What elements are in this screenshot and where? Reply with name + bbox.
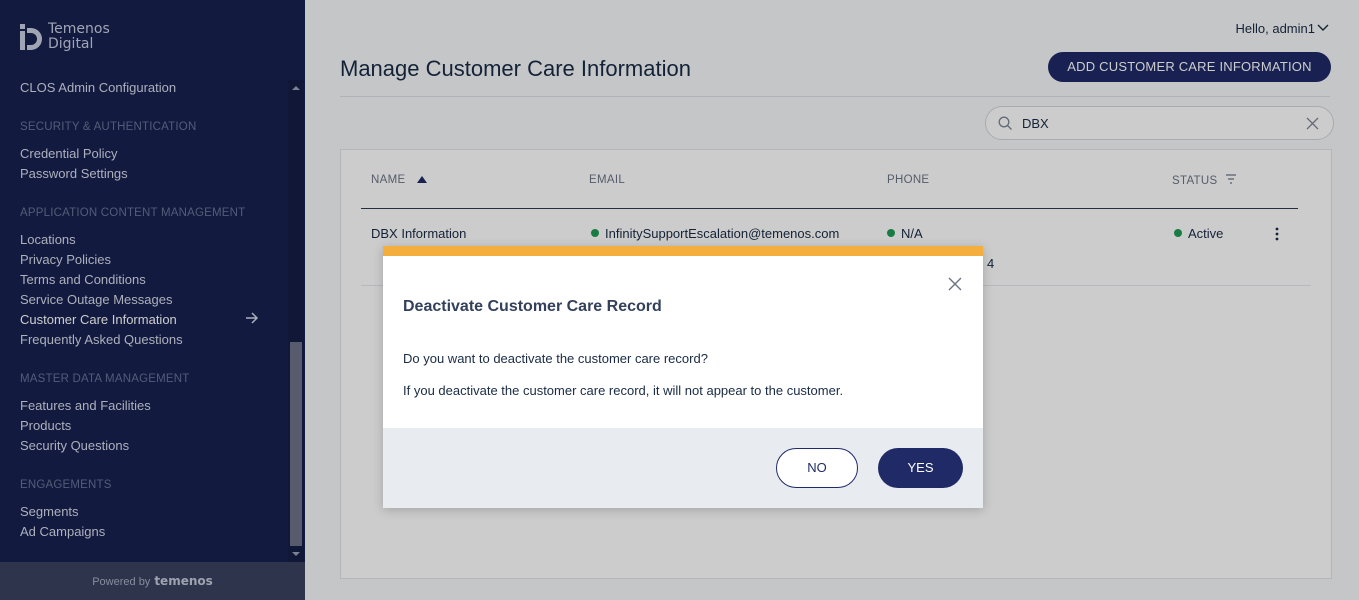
modal-question: Do you want to deactivate the customer c… (403, 351, 708, 366)
modal-title: Deactivate Customer Care Record (403, 298, 662, 315)
modal-footer: NO YES (383, 428, 983, 508)
yes-button[interactable]: YES (878, 448, 963, 488)
deactivate-dialog: Deactivate Customer Care Record Do you w… (383, 246, 983, 508)
modal-accent-bar (383, 246, 983, 256)
no-button[interactable]: NO (776, 448, 858, 488)
close-icon[interactable] (948, 277, 962, 291)
modal-info: If you deactivate the customer care reco… (403, 383, 844, 398)
